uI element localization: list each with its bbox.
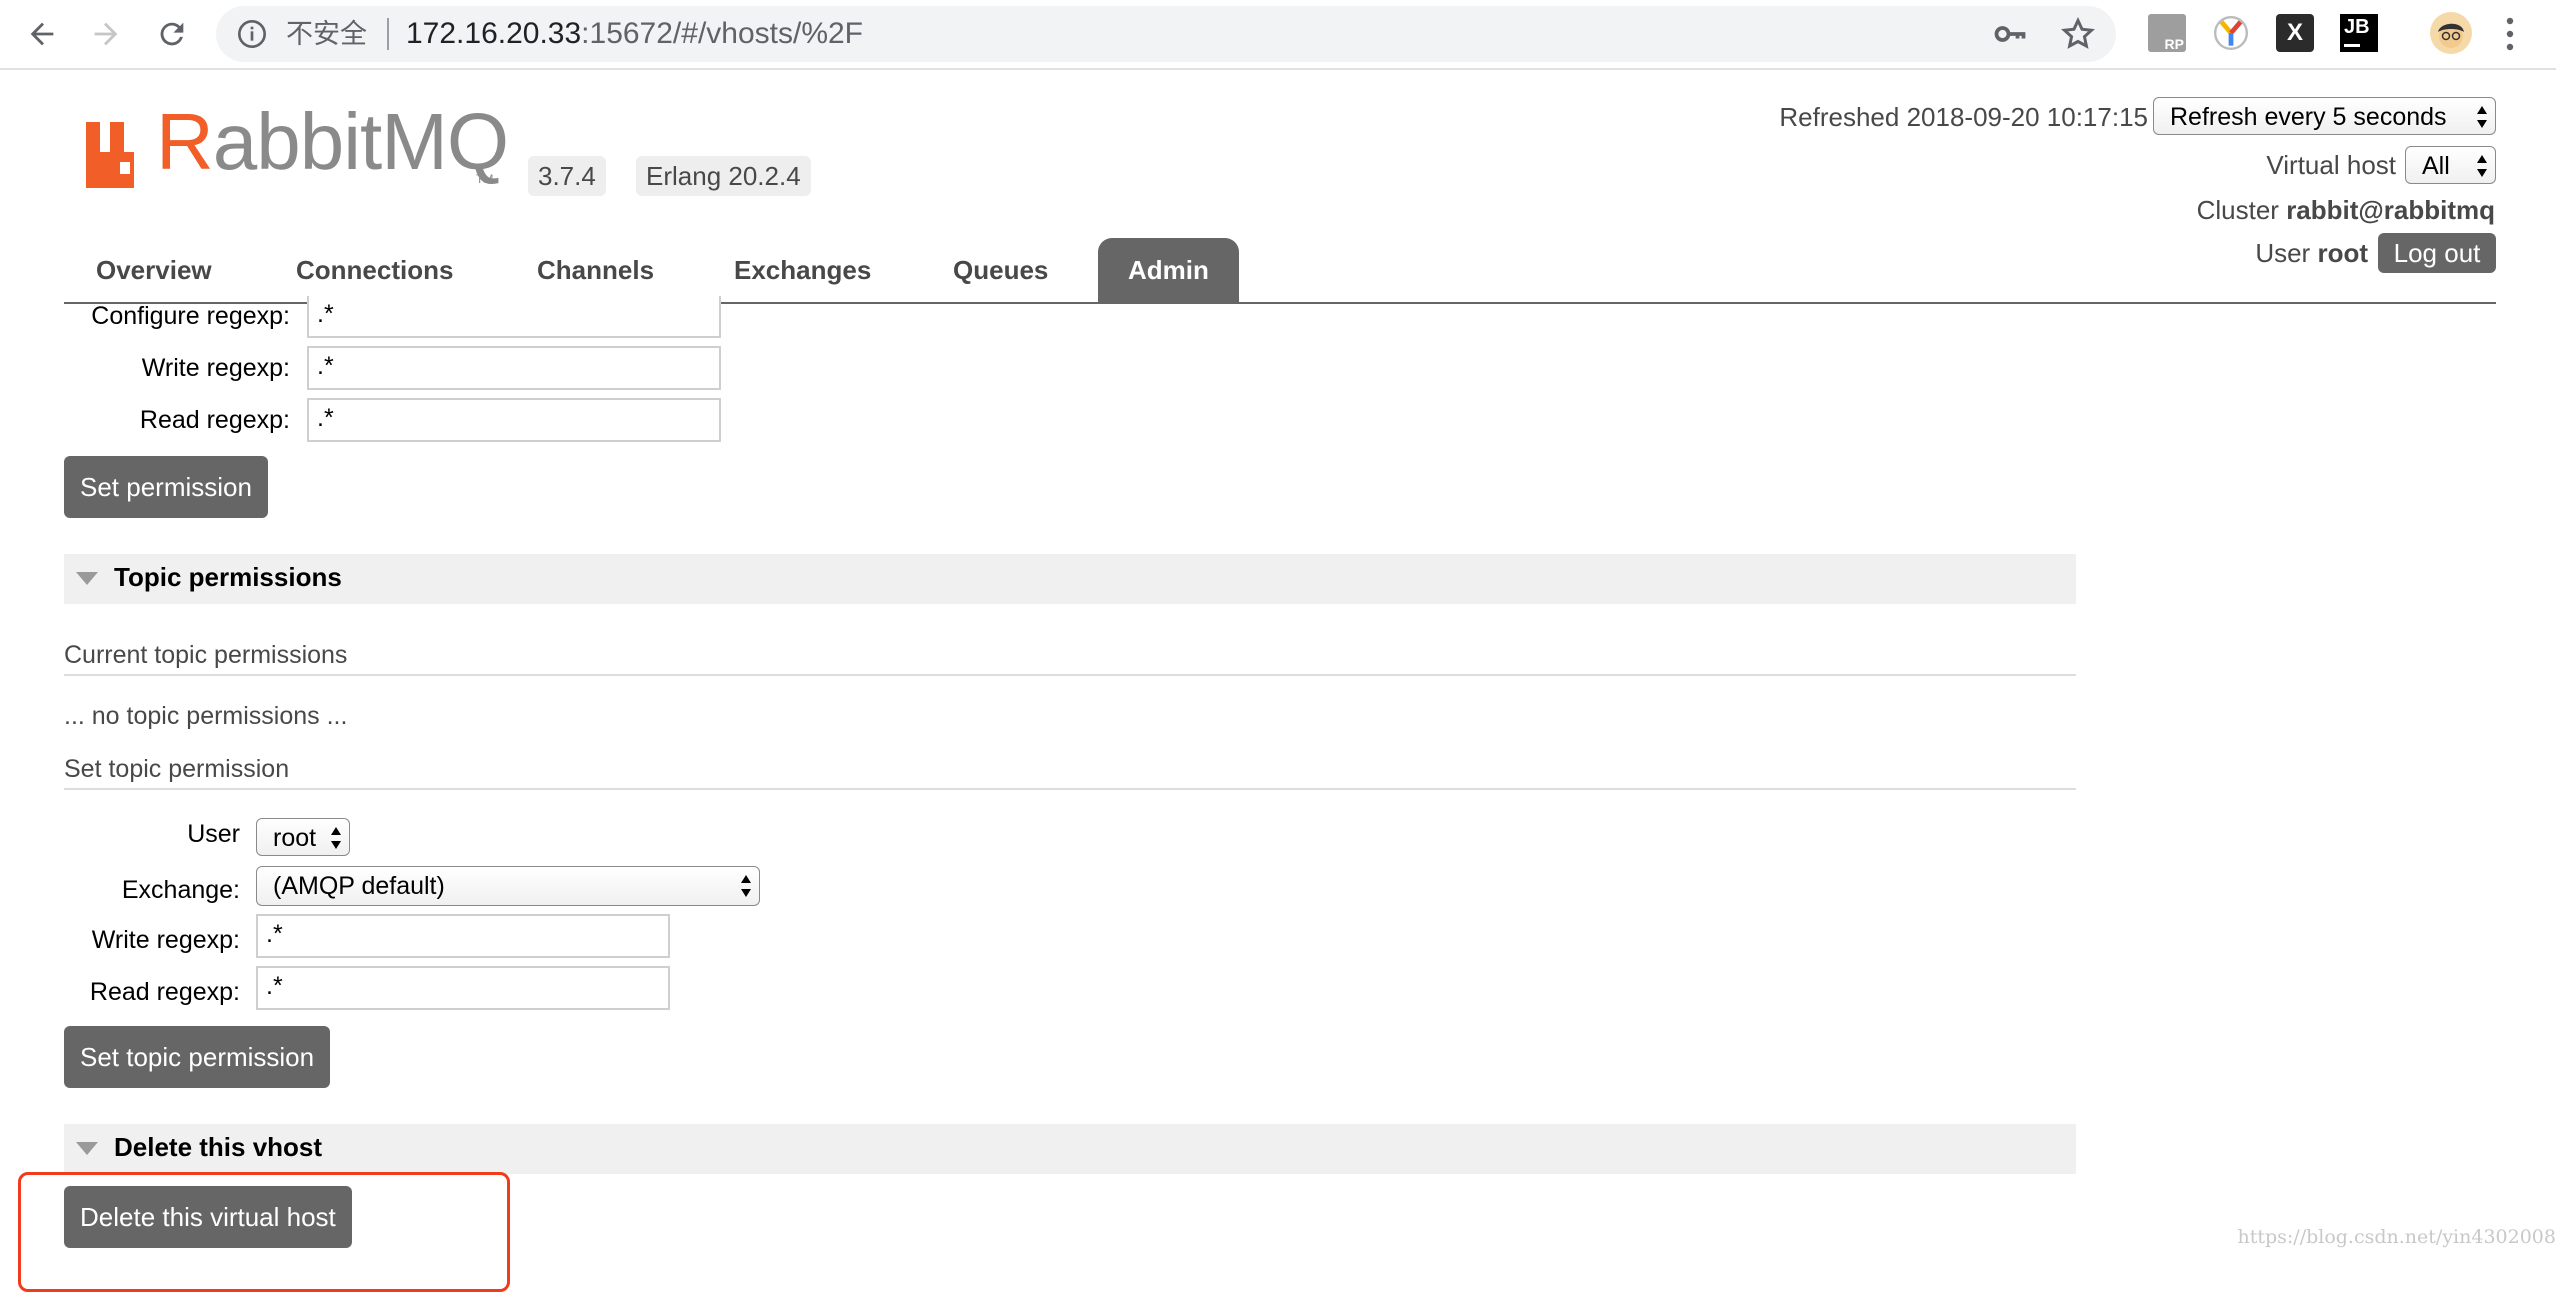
key-icon[interactable] [1992, 16, 2028, 52]
insecure-label[interactable]: 不安全 [286, 18, 367, 50]
delete-vhost-title: Delete this vhost [114, 1132, 323, 1162]
x-extension-icon[interactable]: X [2276, 14, 2314, 52]
topic-permissions-title: Topic permissions [114, 562, 342, 592]
tab-queues[interactable]: Queues [921, 238, 1080, 302]
select-arrows-icon [331, 827, 341, 849]
user-info: User root [2255, 238, 2368, 269]
cluster-name: rabbit@rabbitmq [2286, 195, 2495, 225]
watermark: https://blog.csdn.net/yin4302008 [2237, 1226, 2556, 1248]
jetbrains-underline [2344, 44, 2360, 47]
rp-extension-label: RP [2164, 36, 2184, 52]
jetbrains-extension-icon[interactable]: JB [2340, 14, 2378, 52]
tab-channels[interactable]: Channels [505, 238, 686, 302]
select-arrows-icon [741, 875, 751, 897]
topic-exchange-select[interactable]: (AMQP default) [256, 866, 760, 906]
read-regexp-label: Read regexp: [139, 406, 290, 434]
url-text[interactable]: 172.16.20.33:15672/#/vhosts/%2F [406, 16, 863, 52]
highlight-annotation-box [18, 1172, 510, 1292]
topic-exchange-value: (AMQP default) [273, 872, 445, 900]
configure-regexp-input[interactable]: .* [307, 296, 721, 338]
topic-user-value: root [273, 824, 317, 852]
read-regexp-input[interactable]: .* [307, 398, 721, 442]
write-regexp-input[interactable]: .* [307, 346, 721, 390]
forward-arrow-icon [94, 22, 118, 46]
collapse-triangle-icon [76, 572, 98, 585]
virtual-host-value: All [2422, 152, 2450, 180]
topic-read-regexp-input[interactable]: .* [256, 966, 670, 1010]
version-badge: 3.7.4 [528, 156, 606, 196]
refreshed-timestamp: Refreshed 2018-09-20 10:17:15 [1779, 102, 2148, 132]
set-permission-button[interactable]: Set permission [64, 456, 268, 518]
back-button[interactable] [20, 12, 64, 56]
topic-user-label: User [187, 820, 240, 848]
omnibox-separator [387, 18, 389, 50]
tab-exchanges[interactable]: Exchanges [702, 238, 903, 302]
back-arrow-icon [30, 22, 54, 46]
virtual-host-select[interactable]: All [2405, 146, 2496, 184]
logo-letters-rest: abbitMQ [212, 97, 509, 186]
topic-read-regexp-label: Read regexp: [89, 978, 240, 1006]
current-topic-permissions-heading: Current topic permissions [64, 641, 348, 669]
heading-rule [64, 674, 2076, 676]
write-regexp-label: Write regexp: [141, 354, 290, 382]
logout-button[interactable]: Log out [2378, 233, 2496, 273]
delete-vhost-section-header[interactable]: Delete this vhost [64, 1124, 2076, 1174]
user-label: User [2255, 238, 2311, 268]
jetbrains-extension-label: JB [2344, 16, 2370, 38]
avatar-face-icon [2438, 23, 2464, 48]
virtual-host-label: Virtual host [2266, 150, 2396, 180]
profile-avatar[interactable] [2430, 12, 2472, 54]
configure-regexp-label: Configure regexp: [91, 302, 290, 330]
set-topic-permission-heading: Set topic permission [64, 755, 290, 783]
topic-permissions-section-header[interactable]: Topic permissions [64, 554, 2076, 604]
y-extension-icon[interactable] [2212, 14, 2250, 52]
topic-exchange-label: Exchange: [121, 876, 240, 904]
collapse-triangle-icon [76, 1142, 98, 1155]
topic-user-select[interactable]: root [256, 818, 350, 856]
topic-write-regexp-label: Write regexp: [91, 926, 240, 954]
no-topic-permissions-text: ... no topic permissions ... [64, 702, 348, 730]
tab-connections[interactable]: Connections [264, 238, 485, 302]
forward-button[interactable] [84, 12, 128, 56]
logo-text: RabbitMQ [156, 96, 509, 188]
user-name: root [2317, 238, 2368, 268]
set-topic-permission-button[interactable]: Set topic permission [64, 1026, 331, 1088]
address-bar[interactable]: 不安全 172.16.20.33:15672/#/vhosts/%2F [216, 6, 2116, 62]
cluster-info: Cluster rabbit@rabbitmq [2197, 195, 2495, 226]
refresh-interval-select[interactable]: Refresh every 5 seconds [2153, 97, 2496, 135]
reload-button[interactable] [150, 12, 194, 56]
tab-overview[interactable]: Overview [64, 238, 244, 302]
star-icon[interactable] [2060, 16, 2096, 52]
rabbit-logo-icon [86, 122, 134, 188]
logo-trademark: TM [476, 172, 494, 186]
url-path: :15672/#/vhosts/%2F [581, 17, 864, 50]
erlang-version-badge: Erlang 20.2.4 [636, 156, 811, 196]
reload-icon [160, 22, 184, 46]
topic-write-regexp-input[interactable]: .* [256, 914, 670, 958]
browser-toolbar: 不安全 172.16.20.33:15672/#/vhosts/%2F RP X… [0, 0, 2556, 70]
info-icon[interactable] [236, 18, 268, 50]
rp-extension-icon[interactable]: RP [2148, 14, 2186, 52]
menu-dots-icon[interactable] [2502, 14, 2518, 54]
select-arrows-icon [2477, 106, 2487, 128]
tab-admin[interactable]: Admin [1098, 238, 1239, 302]
heading-rule [64, 788, 2076, 790]
logo-letter-r: R [156, 97, 214, 186]
select-arrows-icon [2477, 155, 2487, 177]
url-host: 172.16.20.33 [406, 17, 582, 50]
refresh-interval-value: Refresh every 5 seconds [2170, 103, 2447, 131]
cluster-label: Cluster [2196, 195, 2279, 225]
